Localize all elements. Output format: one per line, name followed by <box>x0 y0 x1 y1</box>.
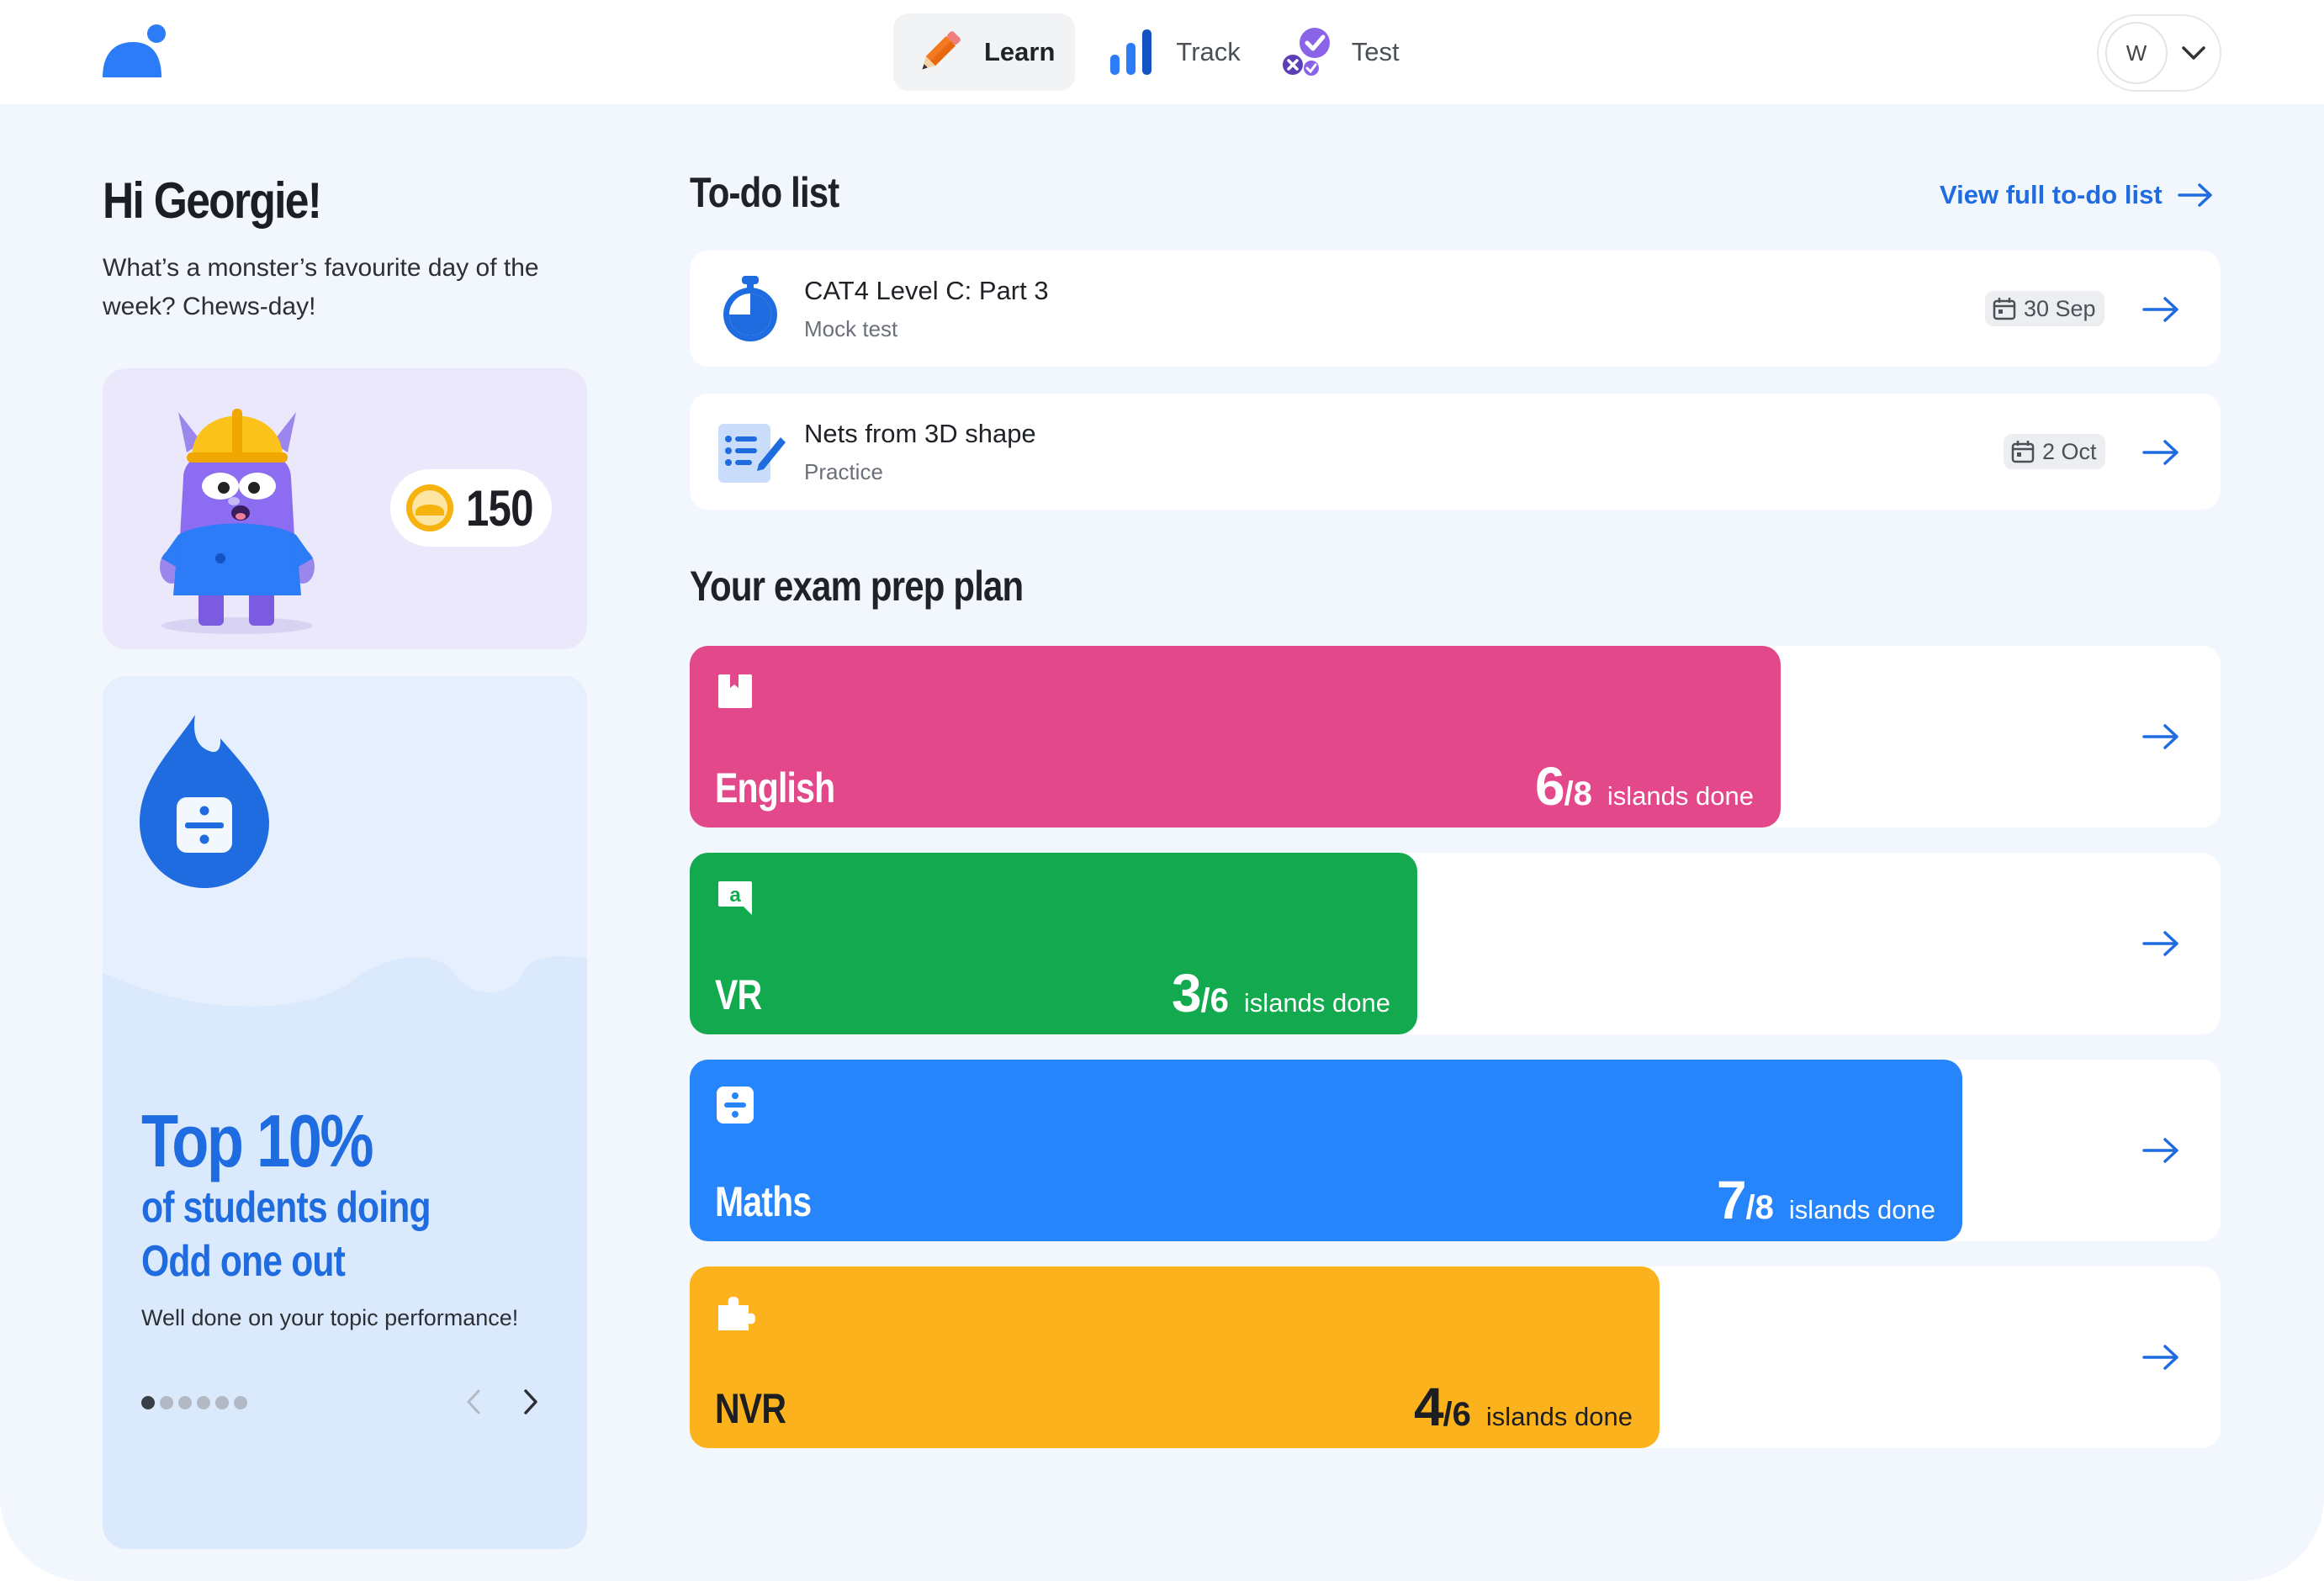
calendar-icon <box>1993 298 2016 320</box>
islands-done-label: islands done <box>1607 781 1754 811</box>
carousel-dots <box>141 1396 247 1409</box>
stat-headline: Top 10% <box>141 1099 374 1182</box>
carousel-dot[interactable] <box>197 1396 210 1409</box>
checklist-icon <box>718 424 786 483</box>
stat-line-2: Odd one out <box>141 1237 346 1286</box>
divide-icon <box>717 1087 754 1124</box>
coin-icon <box>406 484 453 531</box>
subject-name: NVR <box>715 1385 786 1432</box>
islands-done-label: islands done <box>1485 1402 1633 1431</box>
carousel-next-button[interactable] <box>510 1381 552 1423</box>
subject-name: English <box>715 764 835 812</box>
coin-balance: 150 <box>390 469 552 547</box>
todo-item[interactable]: CAT4 Level C: Part 3 Mock test 30 Sep <box>690 251 2221 367</box>
view-full-todo-label: View full to-do list <box>1940 180 2163 209</box>
carousel-dot[interactable] <box>234 1396 247 1409</box>
progress-fill: NVR 4/6 islands done <box>690 1266 1660 1448</box>
subject-row-english[interactable]: English 6/8 islands done <box>690 646 2221 828</box>
puzzle-piece-icon <box>718 1297 755 1330</box>
calendar-icon <box>2011 441 2035 463</box>
logo-icon[interactable] <box>101 24 168 79</box>
bar-chart-icon <box>1105 26 1157 78</box>
carousel-dot[interactable] <box>160 1396 173 1409</box>
todo-item-type: Practice <box>804 459 883 484</box>
top-bar: Learn Track Test W <box>0 0 2324 104</box>
monster-icon <box>160 409 315 634</box>
progress-fill: a VR 3/6 islands done <box>690 853 1417 1034</box>
check-cross-icon <box>1281 26 1333 78</box>
arrow-right-icon[interactable] <box>2141 296 2180 323</box>
arrow-right-icon[interactable] <box>2141 439 2180 466</box>
todo-title: To-do list <box>690 169 839 216</box>
subject-name: Maths <box>715 1178 812 1225</box>
chevron-down-icon <box>2181 40 2206 66</box>
chevron-left-icon <box>467 1389 480 1414</box>
progress-fill: English 6/8 islands done <box>690 646 1781 828</box>
nav-test[interactable]: Test <box>1261 13 1420 91</box>
progress-fill: Maths 7/8 islands done <box>690 1060 1962 1241</box>
chevron-right-icon <box>524 1389 537 1414</box>
subject-progress: 3/6 islands done <box>1171 963 1390 1023</box>
subject-name: VR <box>715 971 762 1018</box>
due-date-text: 2 Oct <box>2042 438 2097 464</box>
carousel-prev-button[interactable] <box>453 1381 495 1423</box>
book-icon <box>718 674 752 708</box>
view-full-todo-link[interactable]: View full to-do list <box>1940 180 2213 210</box>
plan-title: Your exam prep plan <box>690 563 1024 610</box>
nav-track-label: Track <box>1176 37 1241 66</box>
avatar: W <box>2105 22 2168 84</box>
islands-done-count: 3 <box>1171 963 1202 1023</box>
speech-bubble-a-icon: a <box>718 881 752 915</box>
maths-drop-icon <box>140 715 269 888</box>
arrow-right-icon[interactable] <box>2141 1137 2180 1164</box>
subject-progress: 4/6 islands done <box>1413 1377 1633 1437</box>
due-date-text: 30 Sep <box>2024 295 2096 321</box>
carousel-dot[interactable] <box>141 1396 155 1409</box>
stat-subtitle: of students doing Odd one out <box>141 1181 527 1288</box>
islands-total-count: 6 <box>1210 982 1229 1019</box>
todo-item-name: Nets from 3D shape <box>804 419 1036 448</box>
user-menu[interactable]: W <box>2097 14 2221 92</box>
stat-line-1: of students doing <box>141 1183 431 1232</box>
todo-item-name: CAT4 Level C: Part 3 <box>804 276 1049 305</box>
carousel-dot[interactable] <box>215 1396 229 1409</box>
subject-row-nvr[interactable]: NVR 4/6 islands done <box>690 1266 2221 1448</box>
main-content: Hi Georgie! What’s a monster’s favourite… <box>0 104 2324 1581</box>
islands-done-label: islands done <box>1243 988 1390 1018</box>
pencil-icon <box>913 26 966 78</box>
arrow-right-icon[interactable] <box>2141 930 2180 957</box>
islands-total-count: 8 <box>1573 775 1592 812</box>
subject-row-vr[interactable]: a VR 3/6 islands done <box>690 853 2221 1034</box>
svg-text:a: a <box>729 884 741 907</box>
greeting-title: Hi Georgie! <box>103 172 322 229</box>
coin-count: 150 <box>466 479 533 537</box>
nav-learn[interactable]: Learn <box>893 13 1076 91</box>
nav-learn-label: Learn <box>984 37 1056 66</box>
subject-progress: 6/8 islands done <box>1534 756 1754 817</box>
todo-item[interactable]: Nets from 3D shape Practice 2 Oct <box>690 394 2221 510</box>
islands-done-label: islands done <box>1788 1195 1935 1224</box>
islands-total-count: 6 <box>1452 1396 1471 1433</box>
main-nav: Learn Track Test <box>893 13 1420 91</box>
greeting-joke: What’s a monster’s favourite day of the … <box>103 254 539 320</box>
islands-done-count: 4 <box>1413 1377 1444 1437</box>
due-date-badge: 2 Oct <box>2004 434 2105 469</box>
carousel-dot[interactable] <box>178 1396 192 1409</box>
nav-track[interactable]: Track <box>1085 13 1260 91</box>
arrow-right-icon <box>2177 183 2212 207</box>
performance-card: Top 10% of students doing Odd one out We… <box>103 676 587 1549</box>
arrow-right-icon[interactable] <box>2141 1344 2180 1371</box>
todo-item-type: Mock test <box>804 316 898 341</box>
arrow-right-icon[interactable] <box>2141 723 2180 750</box>
nav-test-label: Test <box>1351 37 1400 66</box>
monster-card[interactable]: 150 <box>103 368 587 649</box>
stat-note: Well done on your topic performance! <box>141 1305 519 1330</box>
subject-progress: 7/8 islands done <box>1716 1170 1935 1230</box>
subject-row-maths[interactable]: Maths 7/8 islands done <box>690 1060 2221 1241</box>
islands-done-count: 6 <box>1534 756 1565 817</box>
due-date-badge: 30 Sep <box>1985 291 2104 326</box>
islands-total-count: 8 <box>1755 1189 1774 1226</box>
islands-done-count: 7 <box>1716 1170 1747 1230</box>
stopwatch-icon <box>723 276 777 341</box>
